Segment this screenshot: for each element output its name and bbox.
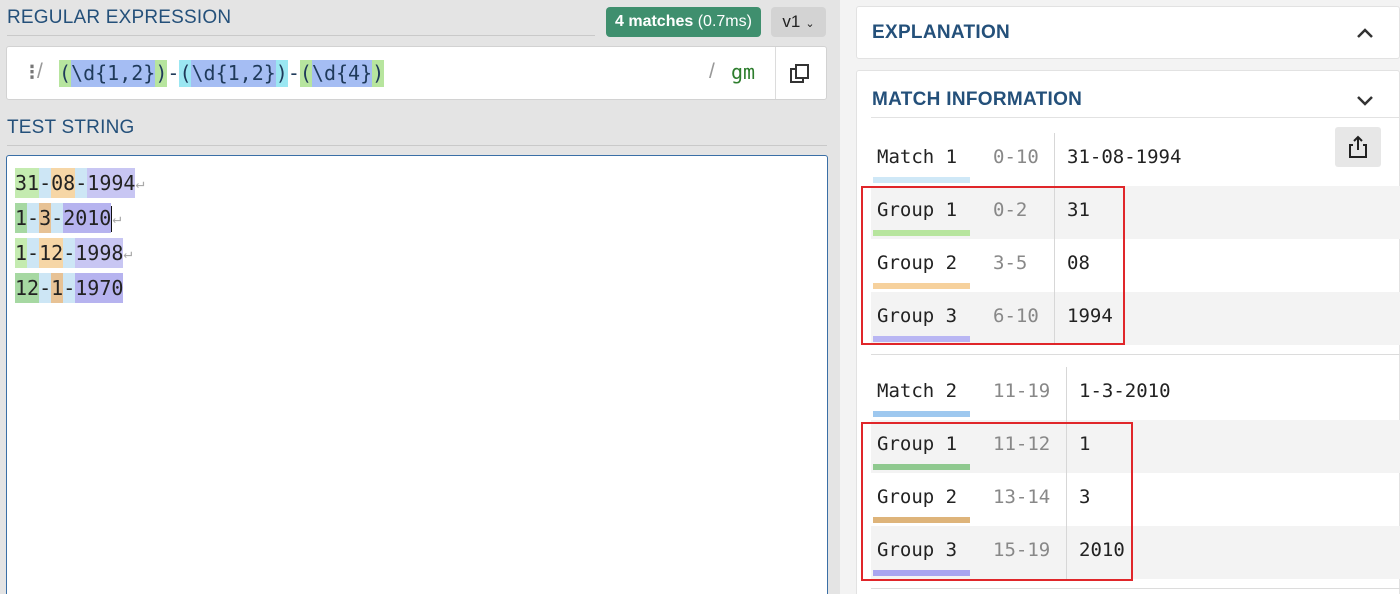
copy-icon[interactable] [787, 61, 813, 87]
match-separator-line [871, 588, 1400, 589]
match-group-3: 2010 [63, 203, 112, 233]
match-information-card: MATCH INFORMATION Match 1 0-10 31-08-199… [856, 70, 1400, 594]
version-dropdown[interactable]: v1 ⌄ [771, 7, 826, 37]
match-group-2: 1 [51, 273, 64, 303]
match-separator-line [871, 354, 1400, 355]
match-information-title: MATCH INFORMATION [872, 89, 1083, 110]
regex-group-open: ( [179, 60, 192, 87]
match-row[interactable]: Match 2 11-19 1-3-2010 [871, 367, 1400, 420]
match-group-1: 1 [15, 203, 28, 233]
explanation-title: EXPLANATION [872, 22, 1011, 43]
match-underline [873, 177, 970, 183]
column-divider [1054, 133, 1055, 186]
matches-count: 4 matches [615, 13, 694, 30]
newline-icon: ↵ [112, 209, 122, 227]
highlight-box [861, 186, 1125, 345]
chevron-down-icon[interactable] [1354, 89, 1376, 111]
regex-group-open: ( [59, 60, 72, 87]
match-group-2: 3 [39, 203, 52, 233]
match-group-1: 1 [15, 238, 28, 268]
regex-input[interactable]: ⋮ / (\d{1,2})-(\d{1,2})-(\d{4}) / gm [6, 46, 827, 100]
test-string-editor[interactable]: 31-08-1994↵ 1-3-2010↵ 1-12-1998↵ 12-1-19… [6, 155, 828, 594]
match-group-3: 1998 [75, 238, 124, 268]
test-string-title: TEST STRING [7, 117, 135, 138]
regex-group-open: ( [299, 60, 312, 87]
test-line: 1-12-1998↵ [15, 238, 132, 268]
newline-icon: ↵ [135, 174, 145, 192]
match-group-1: 12 [15, 273, 40, 303]
test-line: 12-1-1970 [15, 273, 124, 303]
matches-time: (0.7ms) [697, 13, 752, 30]
regex-literal: - [167, 61, 180, 85]
match-value: 1-3-2010 [1079, 380, 1171, 402]
regex-close-delimiter: / [709, 60, 715, 83]
match-separator: - [39, 168, 52, 198]
newline-icon: ↵ [123, 244, 133, 262]
match-group-3: 1970 [75, 273, 124, 303]
regex-token-digit: \d{1,2} [71, 60, 156, 87]
chevron-up-icon[interactable] [1354, 22, 1376, 44]
match-separator: - [63, 273, 76, 303]
match-label: Match 2 [877, 380, 958, 402]
right-panel: EXPLANATION MATCH INFORMATION Match 1 0-… [840, 0, 1400, 594]
test-line: 1-3-2010↵ [15, 203, 121, 233]
regex-literal: - [287, 61, 300, 85]
match-separator: - [63, 238, 76, 268]
match-separator: - [51, 203, 64, 233]
explanation-card[interactable]: EXPLANATION [856, 6, 1400, 59]
matches-badge: 4 matches (0.7ms) [606, 7, 761, 37]
test-title-rule [7, 145, 827, 146]
match-range: 11-19 [993, 380, 1051, 402]
regex-divider [775, 47, 776, 99]
match-label: Match 1 [877, 146, 958, 168]
column-divider [1066, 367, 1067, 420]
regex-group-close: ) [372, 60, 385, 87]
match-underline [873, 411, 970, 417]
match-group-1: 31 [15, 168, 40, 198]
match-separator: - [75, 168, 88, 198]
match-group-2: 08 [51, 168, 76, 198]
chevron-down-icon: ⌄ [802, 18, 815, 30]
regex-title-rule [7, 35, 595, 36]
match-range: 0-10 [993, 146, 1039, 168]
match-row[interactable]: Match 1 0-10 31-08-1994 [871, 133, 1400, 186]
match-title-rule [871, 117, 1400, 118]
regex-group-close: ) [275, 60, 288, 87]
match-group-3: 1994 [87, 168, 136, 198]
match-separator: - [27, 203, 40, 233]
highlight-box [861, 422, 1133, 581]
regex-group-close: ) [155, 60, 168, 87]
regex-open-delimiter: / [37, 60, 43, 83]
left-panel: REGULAR EXPRESSION 4 matches (0.7ms) v1 … [0, 0, 840, 594]
match-value: 31-08-1994 [1067, 146, 1182, 168]
regex-flags[interactable]: gm [731, 60, 755, 84]
regex-token-digit: \d{1,2} [191, 60, 276, 87]
match-group-2: 12 [39, 238, 64, 268]
regex-token-digit: \d{4} [311, 60, 373, 87]
match-separator: - [39, 273, 52, 303]
match-separator: - [27, 238, 40, 268]
version-label: v1 [782, 12, 801, 31]
test-line: 31-08-1994↵ [15, 168, 144, 198]
regex-section-title: REGULAR EXPRESSION [7, 7, 232, 28]
regex-pattern[interactable]: (\d{1,2})-(\d{1,2})-(\d{4}) [59, 60, 385, 87]
